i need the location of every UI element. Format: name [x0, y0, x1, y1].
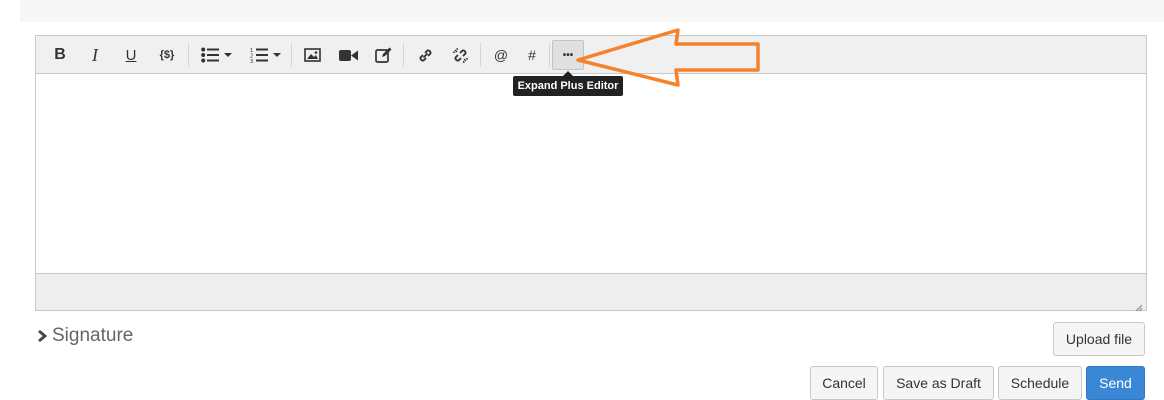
editor-content-area[interactable] [36, 74, 1146, 274]
schedule-button[interactable]: Schedule [998, 366, 1082, 400]
save-draft-button[interactable]: Save as Draft [883, 366, 994, 400]
insert-link-button[interactable] [414, 41, 436, 69]
send-button[interactable]: Send [1086, 366, 1145, 400]
insert-variable-button[interactable]: {$} [154, 41, 180, 69]
editor-statusbar [36, 273, 1146, 312]
upload-file-button[interactable]: Upload file [1053, 322, 1145, 356]
signature-toggle[interactable]: Signature [37, 324, 133, 348]
unlink-icon [452, 47, 469, 64]
resize-handle-icon[interactable] [1135, 299, 1143, 312]
bulleted-list-icon [200, 47, 219, 63]
chevron-down-icon [223, 53, 232, 57]
numbered-list-icon: 1 2 3 [250, 47, 268, 63]
chevron-down-icon [272, 53, 281, 57]
chevron-right-icon [37, 330, 47, 342]
toolbar-separator [403, 43, 404, 67]
numbered-list-button[interactable]: 1 2 3 [245, 41, 285, 69]
toolbar-separator [291, 43, 292, 67]
edit-button[interactable] [372, 41, 394, 69]
video-icon [338, 49, 358, 62]
link-icon [417, 47, 434, 64]
edit-icon [374, 47, 392, 64]
hashtag-button[interactable]: # [522, 41, 542, 69]
signature-label: Signature [52, 325, 134, 346]
insert-image-button[interactable] [301, 41, 323, 69]
annotation-arrow-icon [576, 28, 760, 87]
toolbar-separator [549, 43, 550, 67]
top-strip [20, 0, 1164, 22]
toolbar-separator [188, 43, 189, 67]
remove-link-button[interactable] [449, 41, 471, 69]
italic-button[interactable]: I [85, 41, 105, 69]
cancel-button[interactable]: Cancel [810, 366, 878, 400]
image-icon [303, 48, 321, 62]
bulleted-list-button[interactable] [196, 41, 236, 69]
toolbar-separator [480, 43, 481, 67]
underline-button[interactable]: U [121, 41, 141, 69]
insert-video-button[interactable] [336, 41, 360, 69]
svg-text:3: 3 [250, 59, 253, 63]
bold-button[interactable]: B [50, 41, 70, 69]
mention-button[interactable]: @ [491, 41, 511, 69]
